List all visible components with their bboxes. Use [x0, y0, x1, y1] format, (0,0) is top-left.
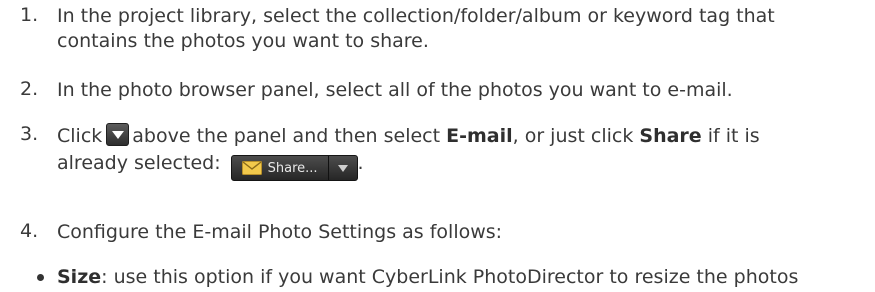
share-button[interactable]: Share... — [230, 155, 358, 181]
size-description: : use this option if you want CyberLink … — [101, 266, 799, 288]
bullet-line: Size: use this option if you want CyberL… — [57, 265, 857, 290]
bullet-text: Size: use this option if you want CyberL… — [57, 265, 857, 290]
text-click: Click — [57, 125, 103, 147]
step-number: 1. — [20, 4, 39, 26]
text-if-it-is: if it is — [707, 125, 760, 147]
step-line: In the photo browser panel, select all o… — [57, 79, 733, 101]
step-number: 4. — [20, 220, 39, 242]
share-button-label: Share... — [267, 160, 318, 176]
bullet-dot — [37, 274, 44, 281]
step-number: 2. — [20, 78, 39, 100]
share-menu-button[interactable] — [329, 156, 357, 180]
step-line: In the project library, select the colle… — [57, 5, 775, 27]
text-or-click: , or just click — [512, 125, 634, 147]
step-line: already selected: Share.... — [57, 150, 857, 181]
step-line: Click above the panel and then select E-m… — [57, 123, 857, 150]
size-term: Size — [57, 266, 102, 288]
share-term: Share — [639, 125, 702, 147]
triangle-shape — [112, 131, 125, 139]
text-above-panel: above the panel and then select — [132, 125, 441, 147]
share-main-button[interactable]: Share... — [232, 156, 329, 180]
text-already-selected: already selected: — [57, 152, 221, 174]
step-line: contains the photos you want to share. — [57, 30, 429, 52]
dropdown-arrow-icon[interactable] — [106, 123, 130, 146]
envelope-icon — [241, 161, 262, 175]
step-text: In the project library, select the colle… — [57, 4, 857, 54]
text-period: . — [357, 152, 364, 174]
step-number: 3. — [20, 123, 39, 145]
email-term: E-mail — [446, 125, 513, 147]
step-text: In the photo browser panel, select all o… — [57, 78, 857, 103]
chevron-down-icon — [337, 164, 348, 172]
step-line: Configure the E-mail Photo Settings as f… — [57, 221, 503, 243]
step-text: Configure the E-mail Photo Settings as f… — [57, 220, 857, 245]
step-text: Click above the panel and then select E-m… — [57, 123, 857, 181]
